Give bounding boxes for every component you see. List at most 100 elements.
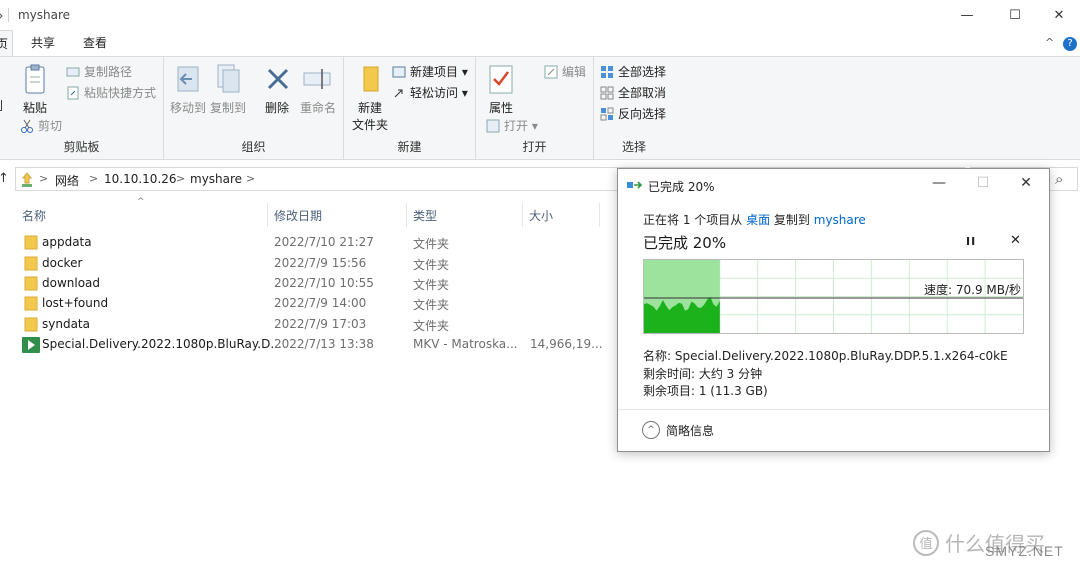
tab-home[interactable]: 页: [0, 30, 13, 56]
column-divider[interactable]: [267, 203, 268, 227]
edit-button[interactable]: 编辑: [544, 63, 586, 80]
pin-button[interactable]: 到: [0, 97, 8, 114]
breadcrumb-network[interactable]: 网络: [55, 172, 79, 189]
column-header-size[interactable]: 大小: [529, 207, 553, 224]
invert-selection-icon: [600, 107, 614, 121]
open-button[interactable]: 打开 ▾: [486, 117, 538, 134]
file-type: 文件夹: [413, 237, 450, 251]
file-row[interactable]: docker 2022/7/9 15:56 文件夹: [18, 254, 618, 274]
move-to-button[interactable]: 移动到: [170, 63, 206, 116]
transfer-speed: 速度: 70.9 MB/秒: [924, 283, 1022, 297]
properties-check-icon: [485, 63, 517, 95]
breadcrumb-chevron[interactable]: >: [89, 172, 98, 185]
delete-button[interactable]: 删除: [262, 63, 292, 116]
title-separator: [8, 8, 9, 22]
breadcrumb-chevron[interactable]: >: [39, 172, 48, 185]
file-type: 文件夹: [413, 298, 450, 312]
tab-view[interactable]: 查看: [83, 34, 107, 51]
copy-to-button[interactable]: 复制到: [210, 63, 246, 116]
column-header-date[interactable]: 修改日期: [274, 207, 322, 224]
select-all-icon: [600, 65, 614, 79]
open-group: 属性 打开 ▾ 编辑 打开: [476, 57, 594, 159]
column-divider[interactable]: [406, 203, 407, 227]
destination-link[interactable]: myshare: [814, 213, 866, 227]
column-divider[interactable]: [522, 203, 523, 227]
copy-progress-dialog: 已完成 20% — ☐ ✕ 正在将 1 个项目从 桌面 复制到 myshare …: [617, 168, 1050, 452]
ribbon-tabs: 页 共享 查看 ^ ?: [0, 30, 1080, 56]
dialog-divider: [618, 409, 1049, 410]
cut-button[interactable]: 剪切: [20, 117, 62, 134]
new-item-button[interactable]: 新建项目 ▾: [392, 63, 468, 80]
copy-path-icon: [66, 65, 80, 79]
maximize-button[interactable]: ☐: [992, 0, 1038, 30]
minimize-button[interactable]: —: [944, 0, 990, 30]
select-all-button[interactable]: 全部选择: [600, 63, 666, 80]
clipboard-group-label: 剪贴板: [63, 140, 100, 154]
column-header-type[interactable]: 类型: [413, 207, 437, 224]
new-folder-button[interactable]: 新建 文件夹: [348, 63, 392, 133]
breadcrumb-myshare[interactable]: myshare: [190, 172, 242, 186]
open-group-label: 打开: [522, 140, 547, 154]
folder-icon: [24, 235, 38, 250]
paste-button[interactable]: 粘贴: [18, 63, 52, 116]
mkv-file-icon: [22, 337, 40, 353]
paste-shortcut-icon: [66, 86, 80, 100]
file-name: appdata: [42, 235, 92, 249]
dialog-maximize-button[interactable]: ☐: [973, 175, 993, 193]
ribbon-collapse-icon[interactable]: ^: [1045, 36, 1054, 49]
organize-group-label: 组织: [241, 140, 266, 154]
file-type: 文件夹: [413, 319, 450, 333]
dialog-title: 已完成 20%: [648, 180, 715, 194]
quick-access-arrow-icon[interactable]: [0, 7, 6, 21]
pause-button[interactable]: II: [966, 235, 976, 248]
file-row[interactable]: Special.Delivery.2022.1080p.BluRay.D... …: [18, 335, 618, 355]
new-group-label: 新建: [397, 140, 422, 154]
file-row[interactable]: appdata 2022/7/10 21:27 文件夹: [18, 233, 618, 253]
file-row[interactable]: syndata 2022/7/9 17:03 文件夹: [18, 315, 618, 335]
file-date: 2022/7/9 15:56: [274, 256, 367, 270]
help-icon[interactable]: ?: [1063, 37, 1077, 51]
cancel-copy-button[interactable]: ✕: [1010, 233, 1021, 248]
folder-icon: [24, 256, 38, 271]
breadcrumb-host[interactable]: 10.10.10.26: [104, 172, 177, 186]
clipboard-icon: [19, 63, 51, 95]
title-bar: myshare — ☐ ✕: [0, 0, 1080, 30]
ribbon: 到 粘贴 复制路径 粘贴快捷方式 剪切 剪贴板 移动到 复制到: [0, 56, 1080, 160]
invert-selection-button[interactable]: 反向选择: [600, 105, 666, 122]
organize-group: 移动到 复制到 删除 重命名 组织: [164, 57, 344, 159]
dialog-close-button[interactable]: ✕: [1016, 175, 1036, 193]
file-type: 文件夹: [413, 258, 450, 272]
rename-button[interactable]: 重命名: [298, 63, 338, 116]
select-none-icon: [600, 86, 614, 100]
breadcrumb-chevron[interactable]: >: [246, 172, 255, 185]
chevron-up-icon: ^: [642, 421, 660, 439]
items-remaining: 剩余项目: 1 (11.3 GB): [643, 384, 768, 398]
column-divider[interactable]: [599, 203, 600, 227]
paste-shortcut-button[interactable]: 粘贴快捷方式: [66, 84, 156, 101]
file-row[interactable]: lost+found 2022/7/9 14:00 文件夹: [18, 294, 618, 314]
copy-transfer-icon: [627, 179, 643, 191]
file-name: docker: [42, 256, 83, 270]
tab-share[interactable]: 共享: [31, 34, 55, 51]
up-arrow-button[interactable]: ↑: [0, 171, 9, 186]
file-name: Special.Delivery.2022.1080p.BluRay.D...: [42, 337, 282, 351]
breadcrumb-chevron[interactable]: >: [176, 172, 185, 185]
properties-button[interactable]: 属性: [484, 63, 518, 116]
copy-to-icon: [212, 63, 244, 95]
folder-icon: [24, 296, 38, 311]
file-date: 2022/7/10 10:55: [274, 276, 374, 290]
dialog-minimize-button[interactable]: —: [929, 175, 949, 193]
source-link[interactable]: 桌面: [746, 213, 770, 227]
select-group: 全部选择 全部取消 反向选择 选择: [594, 57, 674, 159]
select-none-button[interactable]: 全部取消: [600, 84, 666, 101]
scissors-icon: [20, 119, 34, 133]
fewer-details-button[interactable]: ^ 简略信息: [642, 421, 714, 439]
watermark-logo-icon: 值: [913, 529, 939, 556]
column-header-name[interactable]: 名称: [22, 207, 46, 224]
file-row[interactable]: download 2022/7/10 10:55 文件夹: [18, 274, 618, 294]
file-type: MKV - Matroska...: [413, 337, 518, 351]
close-button[interactable]: ✕: [1036, 0, 1080, 30]
copy-path-button[interactable]: 复制路径: [66, 63, 132, 80]
easy-access-button[interactable]: 轻松访问 ▾: [392, 84, 468, 101]
easy-access-icon: [392, 86, 406, 100]
